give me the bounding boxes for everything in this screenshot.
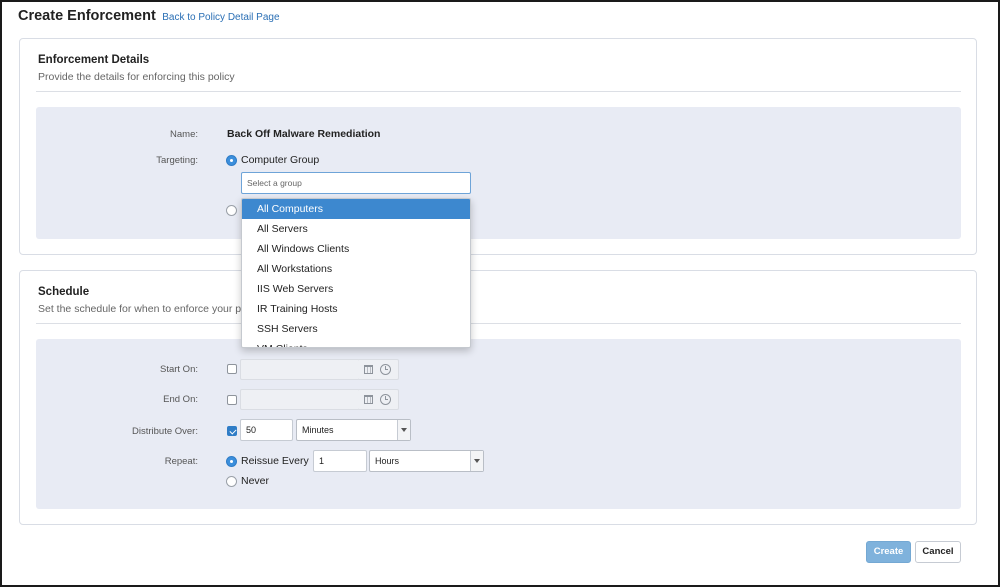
computer-group-radio[interactable] (226, 155, 237, 166)
name-value: Back Off Malware Remediation (227, 128, 381, 140)
details-form (36, 107, 961, 239)
schedule-divider (36, 323, 961, 324)
end-on-date-input[interactable] (240, 389, 360, 410)
alternate-targeting-radio[interactable] (226, 205, 237, 216)
reissue-interval-input[interactable]: 1 (313, 450, 367, 472)
clock-icon[interactable] (380, 364, 391, 375)
reissue-unit-value: Hours (375, 456, 400, 466)
group-option-all-windows-clients[interactable]: All Windows Clients (242, 239, 470, 259)
calendar-icon[interactable] (364, 365, 373, 374)
distribute-unit-value: Minutes (302, 425, 334, 435)
name-label: Name: (170, 129, 198, 140)
calendar-icon[interactable] (364, 395, 373, 404)
reissue-every-radio[interactable] (226, 456, 237, 467)
start-on-label: Start On: (159, 364, 198, 375)
create-button[interactable]: Create (866, 541, 911, 563)
repeat-label: Repeat: (164, 456, 198, 467)
details-subtitle: Provide the details for enforcing this p… (38, 71, 235, 83)
end-on-checkbox[interactable] (227, 395, 237, 405)
details-title: Enforcement Details (38, 54, 150, 66)
page-header: Create Enforcement Back to Policy Detail… (18, 7, 280, 25)
schedule-title: Schedule (38, 286, 90, 298)
back-to-policy-link[interactable]: Back to Policy Detail Page (162, 12, 279, 23)
group-option-all-servers[interactable]: All Servers (242, 219, 470, 239)
chevron-down-icon (470, 451, 483, 471)
start-on-picker (359, 359, 399, 380)
group-option-all-workstations[interactable]: All Workstations (242, 259, 470, 279)
enforcement-details-panel: Enforcement Details Provide the details … (19, 38, 977, 255)
group-option-iis-web-servers[interactable]: IIS Web Servers (242, 279, 470, 299)
group-option-all-computers[interactable]: All Computers (242, 199, 470, 219)
computer-group-label: Computer Group (241, 154, 320, 166)
group-option-ssh-servers[interactable]: SSH Servers (242, 319, 470, 339)
cancel-button[interactable]: Cancel (915, 541, 961, 563)
page-title: Create Enforcement (18, 8, 156, 24)
clock-icon[interactable] (380, 394, 391, 405)
schedule-subtitle: Set the schedule for when to enforce you… (38, 303, 263, 315)
reissue-unit-select[interactable]: Hours (369, 450, 484, 472)
end-on-label: End On: (163, 394, 198, 405)
distribute-unit-select[interactable]: Minutes (296, 419, 411, 441)
group-option-ir-training-hosts[interactable]: IR Training Hosts (242, 299, 470, 319)
distribute-over-checkbox[interactable] (227, 426, 237, 436)
end-on-picker (359, 389, 399, 410)
group-option-vm-clients[interactable]: VM Clients (242, 339, 470, 347)
chevron-down-icon (397, 420, 410, 440)
never-label: Never (241, 475, 270, 487)
distribute-over-input[interactable]: 50 (240, 419, 293, 441)
targeting-label: Targeting: (156, 155, 198, 166)
start-on-checkbox[interactable] (227, 364, 237, 374)
group-dropdown-list: All Computers All Servers All Windows Cl… (241, 198, 471, 348)
group-search-input[interactable]: Select a group (241, 172, 471, 194)
start-on-date-input[interactable] (240, 359, 360, 380)
distribute-over-label: Distribute Over: (132, 426, 198, 437)
details-divider (36, 91, 961, 92)
reissue-every-label: Reissue Every (241, 455, 309, 467)
never-radio[interactable] (226, 476, 237, 487)
